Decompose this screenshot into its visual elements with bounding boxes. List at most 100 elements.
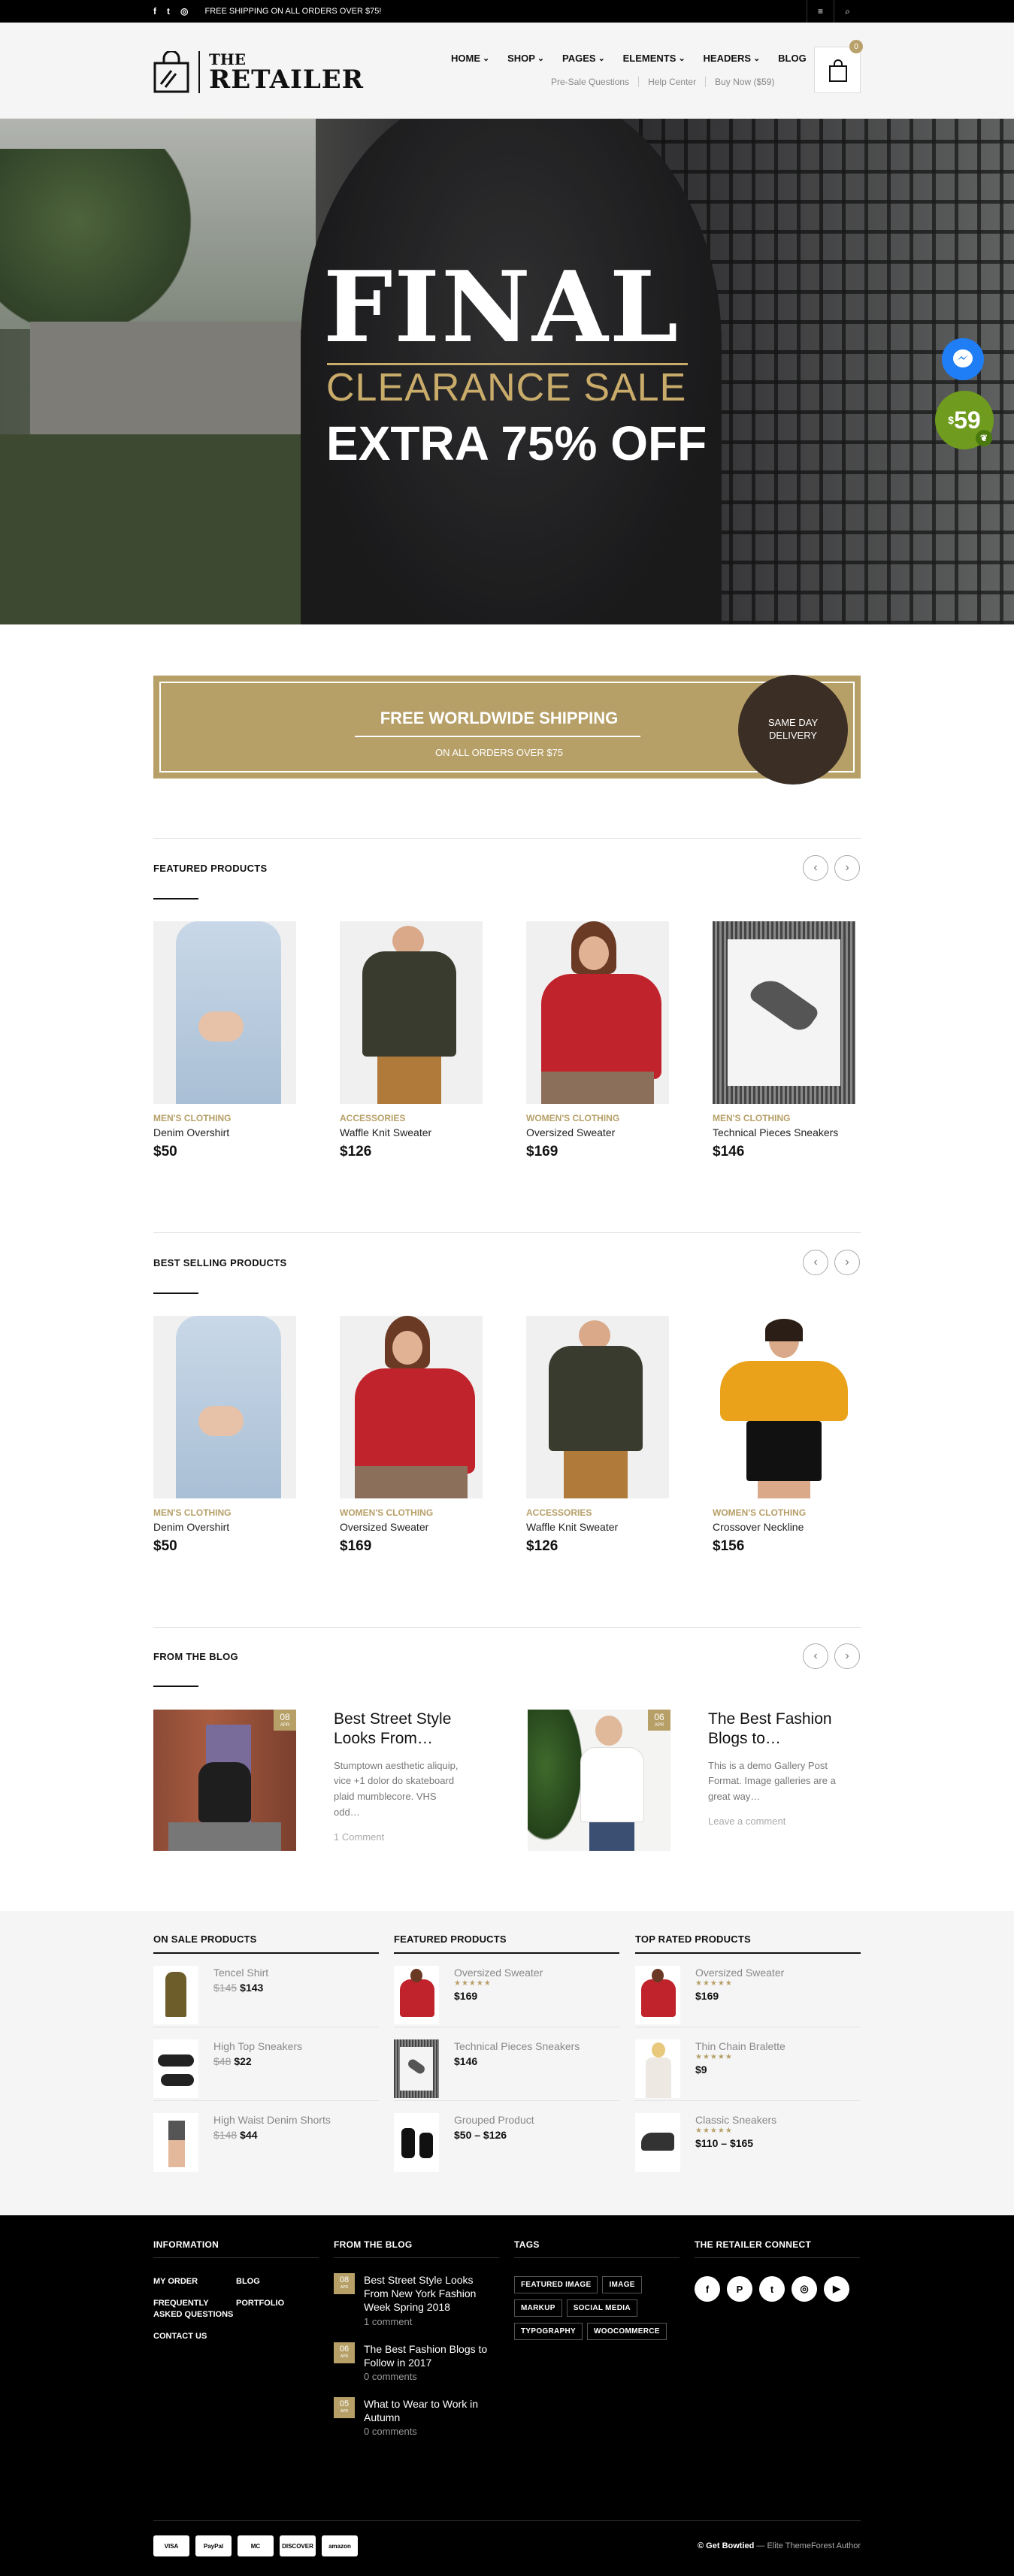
product-card[interactable]: ACCESSORIES Waffle Knit Sweater $126 [340, 921, 483, 1160]
best-prev-button[interactable]: ‹ [803, 1250, 828, 1275]
widget-item-name[interactable]: Oversized Sweater [454, 1966, 543, 1979]
product-image[interactable] [526, 1316, 669, 1498]
product-category[interactable]: ACCESSORIES [526, 1507, 669, 1518]
widget-thumb[interactable] [153, 2039, 198, 2098]
nav-elements[interactable]: ELEMENTS ⌄ [623, 53, 686, 64]
footer-post-title[interactable]: Best Street Style Looks From New York Fa… [364, 2273, 499, 2314]
widget-thumb[interactable] [394, 2113, 439, 2172]
widget-thumb[interactable] [635, 2039, 680, 2098]
tag-typography[interactable]: TYPOGRAPHY [514, 2323, 583, 2340]
nav-home[interactable]: HOME ⌄ [451, 53, 489, 64]
product-card[interactable]: MEN'S CLOTHING Denim Overshirt $50 [153, 1316, 296, 1555]
widget-item[interactable]: High Waist Denim Shorts $148 $44 [153, 2101, 379, 2175]
product-name[interactable]: Oversized Sweater [526, 1126, 669, 1139]
widget-item[interactable]: High Top Sneakers $48 $22 [153, 2027, 379, 2101]
product-name[interactable]: Crossover Neckline [713, 1520, 855, 1534]
footer-post-title[interactable]: The Best Fashion Blogs to Follow in 2017 [364, 2342, 499, 2369]
widget-item[interactable]: Oversized Sweater ★★★★★ $169 [635, 1954, 861, 2027]
tag-woocommerce[interactable]: WOOCOMMERCE [587, 2323, 667, 2340]
product-card[interactable]: ACCESSORIES Waffle Knit Sweater $126 [526, 1316, 669, 1555]
tag-image[interactable]: IMAGE [602, 2276, 642, 2293]
instagram-icon[interactable]: ◎ [792, 2276, 817, 2302]
copyright-brand[interactable]: © Get Bowtied [698, 2541, 754, 2550]
facebook-icon[interactable]: f [695, 2276, 720, 2302]
footer-blog-post[interactable]: 06 APR The Best Fashion Blogs to Follow in… [334, 2342, 499, 2382]
footer-post-title[interactable]: What to Wear to Work in Autumn [364, 2397, 499, 2424]
menu-icon[interactable]: ≡ [807, 0, 834, 23]
subnav-buy[interactable]: Buy Now ($59) [705, 77, 783, 87]
widget-item[interactable]: Tencel Shirt $145 $143 [153, 1954, 379, 2027]
blog-next-button[interactable]: › [834, 1643, 860, 1669]
product-name[interactable]: Denim Overshirt [153, 1520, 296, 1534]
nav-headers[interactable]: HEADERS ⌄ [704, 53, 761, 64]
product-category[interactable]: MEN'S CLOTHING [153, 1113, 296, 1123]
cart-button[interactable]: 0 [814, 40, 863, 93]
price-badge[interactable]: $59 ❦ [935, 391, 994, 449]
product-card[interactable]: WOMEN'S CLOTHING Crossover Neckline $156 [713, 1316, 855, 1555]
widget-item[interactable]: Classic Sneakers ★★★★★ $110 – $165 [635, 2101, 861, 2175]
best-next-button[interactable]: › [834, 1250, 860, 1275]
widget-item[interactable]: Thin Chain Bralette ★★★★★ $9 [635, 2027, 861, 2101]
featured-prev-button[interactable]: ‹ [803, 855, 828, 881]
widget-item-name[interactable]: Oversized Sweater [695, 1966, 784, 1979]
subnav-presale[interactable]: Pre-Sale Questions [551, 77, 638, 87]
tag-social-media[interactable]: SOCIAL MEDIA [566, 2299, 637, 2317]
widget-item-name[interactable]: Tencel Shirt [213, 1966, 268, 1979]
product-image[interactable] [340, 1316, 483, 1498]
logo[interactable]: THE RETAILER [153, 50, 364, 93]
widget-item[interactable]: Technical Pieces Sneakers $146 [394, 2027, 619, 2101]
widget-item-name[interactable]: Grouped Product [454, 2113, 534, 2127]
widget-thumb[interactable] [153, 2113, 198, 2172]
blog-prev-button[interactable]: ‹ [803, 1643, 828, 1669]
product-name[interactable]: Oversized Sweater [340, 1520, 483, 1534]
tag-featured-image[interactable]: FEATURED IMAGE [514, 2276, 598, 2293]
product-card[interactable]: MEN'S CLOTHING Technical Pieces Sneakers… [713, 921, 855, 1160]
widget-item-name[interactable]: Classic Sneakers [695, 2113, 776, 2127]
product-image[interactable] [153, 921, 296, 1104]
blog-post-title[interactable]: The Best Fashion Blogs to… [708, 1710, 836, 1749]
product-name[interactable]: Technical Pieces Sneakers [713, 1126, 855, 1139]
product-category[interactable]: ACCESSORIES [340, 1113, 483, 1123]
nav-pages[interactable]: PAGES ⌄ [562, 53, 605, 64]
tag-markup[interactable]: MARKUP [514, 2299, 562, 2317]
twitter-icon[interactable]: t [759, 2276, 785, 2302]
instagram-icon[interactable]: ◎ [180, 6, 188, 17]
twitter-icon[interactable]: t [167, 6, 170, 17]
product-image[interactable] [713, 1316, 855, 1498]
widget-item-name[interactable]: High Waist Denim Shorts [213, 2113, 331, 2127]
blog-post-image[interactable]: 06 APR [528, 1710, 670, 1851]
pinterest-icon[interactable]: P [727, 2276, 752, 2302]
widget-item-name[interactable]: Thin Chain Bralette [695, 2039, 785, 2053]
blog-post[interactable]: 08 APR Best Street Style Looks From… Stum… [153, 1710, 487, 1851]
product-name[interactable]: Waffle Knit Sweater [340, 1126, 483, 1139]
footer-link-blog[interactable]: BLOG [236, 2276, 319, 2287]
footer-link-contact[interactable]: CONTACT US [153, 2331, 236, 2342]
product-card[interactable]: WOMEN'S CLOTHING Oversized Sweater $169 [340, 1316, 483, 1555]
search-icon[interactable]: ⌕ [834, 0, 861, 23]
footer-link-my-order[interactable]: MY ORDER [153, 2276, 236, 2287]
widget-item-name[interactable]: Technical Pieces Sneakers [454, 2039, 580, 2053]
featured-next-button[interactable]: › [834, 855, 860, 881]
product-category[interactable]: MEN'S CLOTHING [713, 1113, 855, 1123]
blog-post-title[interactable]: Best Street Style Looks From… [334, 1710, 462, 1749]
product-name[interactable]: Denim Overshirt [153, 1126, 296, 1139]
product-card[interactable]: WOMEN'S CLOTHING Oversized Sweater $169 [526, 921, 669, 1160]
blog-post-image[interactable]: 08 APR [153, 1710, 296, 1851]
facebook-icon[interactable]: f [153, 6, 156, 17]
footer-blog-post[interactable]: 08 APR Best Street Style Looks From New Yo… [334, 2273, 499, 2327]
widget-thumb[interactable] [635, 1966, 680, 2024]
messenger-icon[interactable] [942, 338, 984, 380]
blog-post-comments[interactable]: 1 Comment [334, 1831, 462, 1843]
widget-thumb[interactable] [394, 1966, 439, 2024]
widget-thumb[interactable] [635, 2113, 680, 2172]
widget-item[interactable]: Oversized Sweater ★★★★★ $169 [394, 1954, 619, 2027]
footer-link-portfolio[interactable]: PORTFOLIO [236, 2298, 319, 2321]
widget-thumb[interactable] [394, 2039, 439, 2098]
product-card[interactable]: MEN'S CLOTHING Denim Overshirt $50 [153, 921, 296, 1160]
product-image[interactable] [713, 921, 855, 1104]
blog-post-comments[interactable]: Leave a comment [708, 1816, 836, 1827]
footer-blog-post[interactable]: 05 APR What to Wear to Work in Autumn 0 com… [334, 2396, 499, 2437]
nav-blog[interactable]: BLOG [778, 53, 807, 64]
product-category[interactable]: WOMEN'S CLOTHING [340, 1507, 483, 1518]
footer-link-faq[interactable]: FREQUENTLY ASKED QUESTIONS [153, 2298, 236, 2321]
